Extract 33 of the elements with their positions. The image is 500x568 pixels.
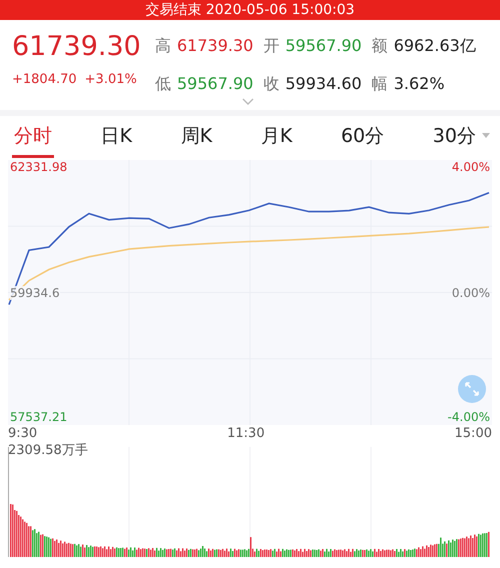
price-axis-label: 59934.6	[10, 286, 60, 300]
stat-label: 低	[155, 73, 171, 95]
stat-label: 高	[155, 35, 171, 57]
stat-label: 收	[263, 73, 280, 95]
volume-max-label: 2309.58万手	[8, 443, 88, 459]
stat-value: 59567.90	[177, 73, 254, 95]
stat-value: 3.62%	[394, 73, 445, 95]
stat-label: 幅	[372, 73, 388, 95]
percent-axis-label: 4.00%	[452, 160, 490, 174]
percent-axis-label: 0.00%	[452, 286, 490, 300]
percent-axis-label: -4.00%	[448, 410, 490, 424]
trading-status: 交易结束 2020-05-06 15:00:03	[145, 2, 355, 18]
stat-value: 59934.60	[285, 73, 362, 95]
period-tab[interactable]: 30分	[430, 116, 492, 158]
current-price: 61739.30	[12, 30, 142, 64]
price-change: +1804.70	[12, 72, 77, 87]
period-tab[interactable]: 月K	[258, 116, 294, 158]
stat-value: 59567.90	[285, 35, 362, 57]
period-tab[interactable]: 日K	[98, 116, 134, 158]
time-axis-label: 9:30	[8, 425, 38, 443]
stat-label: 额	[372, 35, 388, 57]
expand-icon[interactable]	[458, 375, 486, 403]
price-axis-label: 62331.98	[10, 160, 68, 174]
time-axis-label: 11:30	[227, 425, 265, 443]
stat-value: 6962.63亿	[394, 35, 476, 57]
chevron-down-icon[interactable]	[242, 98, 254, 105]
price-axis-label: 57537.21	[10, 410, 68, 424]
time-axis-label: 15:00	[454, 425, 492, 443]
period-tab[interactable]: 60分	[338, 116, 386, 158]
stat-value: 61739.30	[177, 35, 254, 57]
stat-label: 开	[263, 35, 280, 57]
period-tab[interactable]: 周K	[178, 116, 214, 158]
change-percent: +3.01%	[84, 72, 137, 87]
